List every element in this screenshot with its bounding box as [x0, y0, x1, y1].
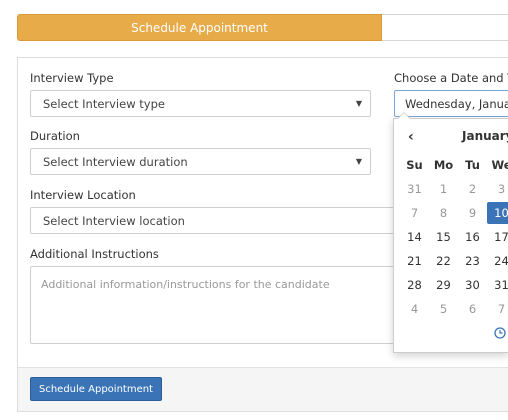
tab-empty[interactable] [382, 14, 508, 41]
caret-down-icon: ▼ [355, 157, 362, 166]
calendar-week-row: 28 29 30 31 [400, 273, 508, 297]
weekday-label: We [491, 158, 508, 172]
calendar-day[interactable]: 31 [400, 182, 429, 196]
calendar-day[interactable]: 3 [487, 182, 508, 196]
weekday-label: Mo [433, 158, 454, 172]
instructions-label: Additional Instructions [30, 247, 159, 261]
calendar-day[interactable]: 15 [429, 230, 458, 244]
clock-icon[interactable] [494, 327, 506, 342]
calendar-day[interactable]: 30 [458, 278, 487, 292]
calendar-day[interactable]: 28 [400, 278, 429, 292]
calendar-day[interactable]: 23 [458, 254, 487, 268]
calendar-day[interactable]: 21 [400, 254, 429, 268]
calendar-day[interactable]: 7 [487, 302, 508, 316]
calendar-day[interactable]: 22 [429, 254, 458, 268]
duration-label: Duration [30, 129, 80, 143]
calendar-day[interactable]: 17 [487, 230, 508, 244]
form-footer: Schedule Appointment [18, 367, 508, 411]
interview-type-label: Interview Type [30, 71, 114, 85]
calendar-day[interactable]: 31 [487, 278, 508, 292]
weekday-label: Tu [465, 158, 480, 172]
calendar-day[interactable]: 24 [487, 254, 508, 268]
calendar-week-row: 14 15 16 17 [400, 225, 508, 249]
chevron-left-icon[interactable]: ‹ [408, 129, 414, 145]
interview-type-select[interactable]: Select Interview type ▼ [30, 90, 371, 117]
calendar-week-row: 31 1 2 3 [400, 177, 508, 201]
calendar-day[interactable]: 6 [458, 302, 487, 316]
instructions-textarea[interactable]: Additional information/instructions for … [30, 266, 410, 344]
schedule-appointment-button[interactable]: Schedule Appointment [30, 377, 162, 401]
location-label: Interview Location [30, 188, 136, 202]
calendar-day[interactable]: 9 [458, 206, 487, 220]
date-label: Choose a Date and Tim [394, 71, 508, 85]
calendar-day-selected[interactable]: 10 [487, 202, 508, 224]
calendar-grid: Su Mo Tu We 31 1 2 3 7 8 9 10 14 15 16 17 21 22 23 24 28… [400, 153, 508, 321]
weekday-label: Su [406, 158, 423, 172]
tab-schedule-appointment[interactable]: Schedule Appointment [17, 14, 382, 41]
calendar-day[interactable]: 16 [458, 230, 487, 244]
calendar-day[interactable]: 1 [429, 182, 458, 196]
calendar-week-row: 4567 [400, 297, 508, 321]
calendar-month-title[interactable]: January [462, 129, 508, 143]
popover-arrow-inner [398, 113, 410, 119]
calendar-day[interactable]: 4 [400, 302, 429, 316]
calendar-day[interactable]: 14 [400, 230, 429, 244]
tab-bar: Schedule Appointment [17, 14, 508, 41]
location-value: Select Interview location [43, 213, 185, 228]
interview-type-value: Select Interview type [43, 96, 165, 111]
calendar-day[interactable]: 29 [429, 278, 458, 292]
date-picker-popover: ‹ January Su Mo Tu We 311237891014151617… [393, 118, 508, 353]
location-select[interactable]: Select Interview location [30, 207, 410, 234]
duration-select[interactable]: Select Interview duration ▼ [30, 148, 371, 175]
calendar-day[interactable]: 7 [400, 206, 429, 220]
calendar-week-row: 21 22 23 24 [400, 249, 508, 273]
calendar-week-row: 7 8 9 10 [400, 201, 508, 225]
calendar-day[interactable]: 8 [429, 206, 458, 220]
calendar-day[interactable]: 2 [458, 182, 487, 196]
caret-down-icon: ▼ [355, 99, 362, 108]
calendar-day[interactable]: 5 [429, 302, 458, 316]
duration-value: Select Interview duration [43, 154, 188, 169]
date-input[interactable]: Wednesday, January [394, 90, 508, 117]
weekday-header-row: Su Mo Tu We [400, 153, 508, 177]
